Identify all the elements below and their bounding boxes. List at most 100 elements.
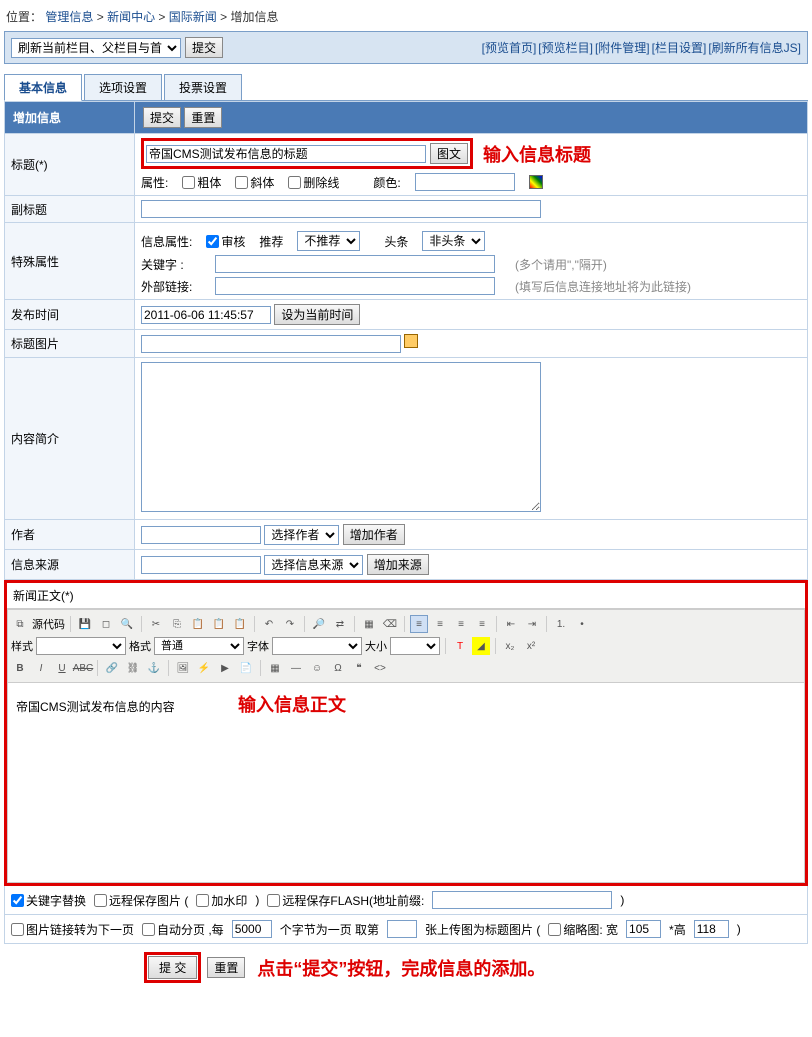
flash-prefix-input[interactable] [432,891,612,909]
media-icon[interactable]: ▶ [216,659,234,677]
crumb-manage[interactable]: 管理信息 [45,10,93,24]
color-picker-icon[interactable] [529,175,543,189]
tab-basic-info[interactable]: 基本信息 [4,74,82,101]
add-source-button[interactable]: 增加来源 [367,554,429,575]
bold-checkbox-label[interactable]: 粗体 [182,174,221,191]
new-icon[interactable]: ◻ [97,615,115,633]
set-now-button[interactable]: 设为当前时间 [274,304,360,325]
remote-img-checkbox[interactable] [94,894,107,907]
thumb-checkbox[interactable] [548,923,561,936]
strike-checkbox-label[interactable]: 删除线 [288,174,339,191]
ordered-list-icon[interactable]: 1. [552,615,570,633]
code-icon[interactable]: <> [371,659,389,677]
unordered-list-icon[interactable]: • [573,615,591,633]
italic-checkbox-label[interactable]: 斜体 [235,174,274,191]
anchor-icon[interactable]: ⚓ [145,659,163,677]
tab-vote-settings[interactable]: 投票设置 [164,74,242,100]
thumb-label[interactable]: 缩略图: 宽 [548,921,618,938]
flash-icon[interactable]: ⚡ [195,659,213,677]
remove-format-icon[interactable]: ⌫ [381,615,399,633]
italic-icon[interactable]: I [32,659,50,677]
color-input[interactable] [415,173,515,191]
img-link-next-label[interactable]: 图片链接转为下一页 [11,921,134,938]
bold-checkbox[interactable] [182,176,195,189]
audit-checkbox[interactable] [206,235,219,248]
quote-icon[interactable]: ❝ [350,659,368,677]
remote-flash-checkbox[interactable] [267,894,280,907]
unlink-icon[interactable]: ⛓ [124,659,142,677]
titlepic-input[interactable] [141,335,401,353]
underline-icon[interactable]: U [53,659,71,677]
link-icon[interactable]: 🔗 [103,659,121,677]
subtitle-input[interactable] [141,200,541,218]
preview-home-link[interactable]: [预览首页] [482,39,537,56]
format-select[interactable]: 普通 [154,637,244,655]
topbar-submit-button[interactable]: 提交 [185,37,223,58]
special-char-icon[interactable]: Ω [329,659,347,677]
auto-page-bytes-input[interactable] [232,920,272,938]
auto-page-label[interactable]: 自动分页 ,每 [142,921,224,938]
watermark-label[interactable]: 加水印 [196,892,247,909]
select-all-icon[interactable]: ▦ [360,615,378,633]
intro-textarea[interactable] [141,362,541,512]
preview-icon[interactable]: 🔍 [118,615,136,633]
refresh-select[interactable]: 刷新当前栏目、父栏目与首页 [11,38,181,58]
add-author-button[interactable]: 增加作者 [343,524,405,545]
subscript-icon[interactable]: x₂ [501,637,519,655]
keyword-input[interactable] [215,255,495,273]
source-label[interactable]: 源代码 [32,616,65,632]
file-icon[interactable]: 📄 [237,659,255,677]
outdent-icon[interactable]: ⇤ [502,615,520,633]
hr-icon[interactable]: — [287,659,305,677]
strike-checkbox[interactable] [288,176,301,189]
preview-column-link[interactable]: [预览栏目] [538,39,593,56]
header-submit-button[interactable]: 提交 [143,107,181,128]
source-select[interactable]: 选择信息来源 [264,555,363,575]
pubtime-input[interactable] [141,306,271,324]
table-icon[interactable]: ▦ [266,659,284,677]
paste-word-icon[interactable]: 📋 [231,615,249,633]
thumb-width-input[interactable] [626,920,661,938]
auto-page-checkbox[interactable] [142,923,155,936]
crumb-news-center[interactable]: 新闻中心 [107,10,155,24]
italic-checkbox[interactable] [235,176,248,189]
style-select[interactable] [36,637,126,655]
author-input[interactable] [141,526,261,544]
editor-body[interactable]: 帝国CMS测试发布信息的内容 输入信息正文 [7,683,805,883]
attachment-manage-link[interactable]: [附件管理] [595,39,650,56]
paste-text-icon[interactable]: 📋 [210,615,228,633]
bottom-submit-button[interactable]: 提 交 [148,956,197,979]
take-nth-input[interactable] [387,920,417,938]
smiley-icon[interactable]: ☺ [308,659,326,677]
bold-icon[interactable]: B [11,659,29,677]
image-icon[interactable]: 🖼 [174,659,192,677]
text-color-icon[interactable]: T [451,637,469,655]
keyword-replace-checkbox[interactable] [11,894,24,907]
paste-icon[interactable]: 📋 [189,615,207,633]
replace-icon[interactable]: ⇄ [331,615,349,633]
superscript-icon[interactable]: x² [522,637,540,655]
copy-icon[interactable]: ⎘ [168,615,186,633]
indent-icon[interactable]: ⇥ [523,615,541,633]
headline-select[interactable]: 非头条 [422,231,485,251]
extlink-input[interactable] [215,277,495,295]
source-input[interactable] [141,556,261,574]
redo-icon[interactable]: ↷ [281,615,299,633]
title-input[interactable] [146,145,426,163]
size-select[interactable] [390,637,440,655]
remote-flash-label[interactable]: 远程保存FLASH(地址前缀: [267,892,424,909]
column-settings-link[interactable]: [栏目设置] [652,39,707,56]
align-left-icon[interactable]: ≡ [410,615,428,633]
audit-checkbox-label[interactable]: 审核 [206,233,245,250]
tab-option-settings[interactable]: 选项设置 [84,74,162,100]
align-justify-icon[interactable]: ≡ [473,615,491,633]
bottom-reset-button[interactable]: 重置 [207,957,245,978]
align-center-icon[interactable]: ≡ [431,615,449,633]
refresh-all-js-link[interactable]: [刷新所有信息JS] [708,39,801,56]
recommend-select[interactable]: 不推荐 [297,231,360,251]
strike-icon[interactable]: ABC [74,659,92,677]
bg-color-icon[interactable]: ◢ [472,637,490,655]
img-link-next-checkbox[interactable] [11,923,24,936]
remote-img-label[interactable]: 远程保存图片 ( [94,892,188,909]
watermark-checkbox[interactable] [196,894,209,907]
